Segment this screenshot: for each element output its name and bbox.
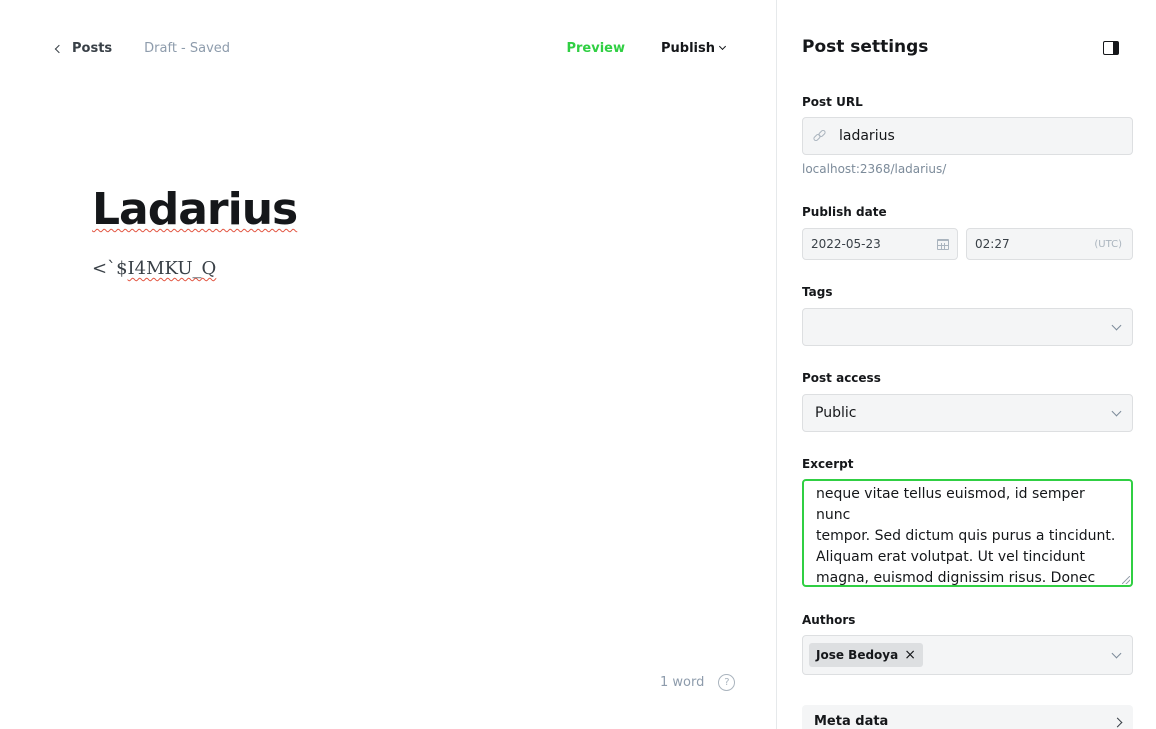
chevron-down-icon: [1111, 406, 1122, 416]
editor-topbar-left: Posts Draft - Saved: [54, 38, 231, 58]
excerpt-textarea[interactable]: neque vitae tellus euismod, id semper nu…: [802, 479, 1133, 587]
publish-date-input[interactable]: 2022-05-23: [802, 228, 958, 260]
word-count-label: 1 word: [660, 675, 705, 690]
post-url-input[interactable]: ladarius: [802, 117, 1133, 155]
tags-label: Tags: [802, 285, 833, 299]
post-body-text: I4MKU_Q: [127, 258, 217, 279]
chevron-down-icon: [718, 42, 727, 51]
publish-menu-button[interactable]: Publish: [661, 40, 727, 56]
excerpt-line: Aliquam erat volutpat. Ut vel tincidunt: [816, 549, 1086, 565]
excerpt-line: neque vitae tellus euismod, id semper nu…: [816, 486, 1085, 523]
close-icon[interactable]: ×: [904, 648, 916, 662]
post-access-value: Public: [815, 405, 857, 421]
timezone-label: (UTC): [1094, 238, 1122, 250]
author-name: Jose Bedoya: [816, 648, 899, 662]
chevron-down-icon: [1111, 648, 1122, 658]
resize-handle[interactable]: [1122, 576, 1130, 584]
excerpt-label: Excerpt: [802, 457, 854, 471]
chevron-down-icon: [1111, 320, 1122, 330]
back-to-posts-link[interactable]: Posts: [54, 40, 113, 56]
authors-label: Authors: [802, 613, 856, 627]
authors-select[interactable]: Jose Bedoya ×: [802, 635, 1133, 675]
post-body[interactable]: <`$I4MKU_Q: [92, 258, 216, 279]
sidebar-toggle-icon[interactable]: [1103, 41, 1119, 55]
publish-date-value: 2022-05-23: [811, 237, 881, 251]
excerpt-line: tempor. Sed dictum quis purus a tincidun…: [816, 528, 1116, 544]
help-icon[interactable]: ?: [718, 674, 736, 691]
post-body-prefix: <`$: [92, 258, 128, 279]
calendar-icon[interactable]: [937, 238, 949, 250]
link-icon: [812, 128, 827, 143]
post-title[interactable]: Ladarius: [92, 184, 298, 235]
post-url-value: ladarius: [839, 128, 895, 144]
post-url-hint: localhost:2368/ladarius/: [802, 162, 947, 176]
back-link-label: Posts: [72, 40, 113, 56]
word-count: 1 word ?: [660, 674, 736, 691]
editor-pane: Posts Draft - Saved Preview Publish Lada…: [0, 0, 776, 729]
meta-data-label: Meta data: [814, 714, 889, 729]
post-settings-panel: Post settings Post URL ladarius localhos…: [776, 0, 1156, 729]
chevron-right-icon: [1112, 717, 1123, 728]
post-url-label: Post URL: [802, 95, 863, 109]
publish-label: Publish: [661, 40, 715, 56]
chevron-left-icon: [54, 44, 64, 53]
excerpt-line: magna, euismod dignissim risus. Donec ne…: [816, 570, 1096, 586]
post-access-select[interactable]: Public: [802, 394, 1133, 432]
tags-select[interactable]: [802, 308, 1133, 346]
post-access-label: Post access: [802, 371, 881, 385]
editor-topbar-right: Preview Publish: [566, 38, 727, 58]
publish-date-label: Publish date: [802, 205, 887, 219]
meta-data-section[interactable]: Meta data: [802, 705, 1133, 729]
preview-button[interactable]: Preview: [566, 41, 625, 56]
author-tag: Jose Bedoya ×: [809, 643, 923, 667]
panel-title: Post settings: [802, 37, 929, 57]
publish-time-value: 02:27: [975, 237, 1010, 251]
draft-status: Draft - Saved: [144, 40, 231, 56]
publish-time-input[interactable]: 02:27 (UTC): [966, 228, 1133, 260]
